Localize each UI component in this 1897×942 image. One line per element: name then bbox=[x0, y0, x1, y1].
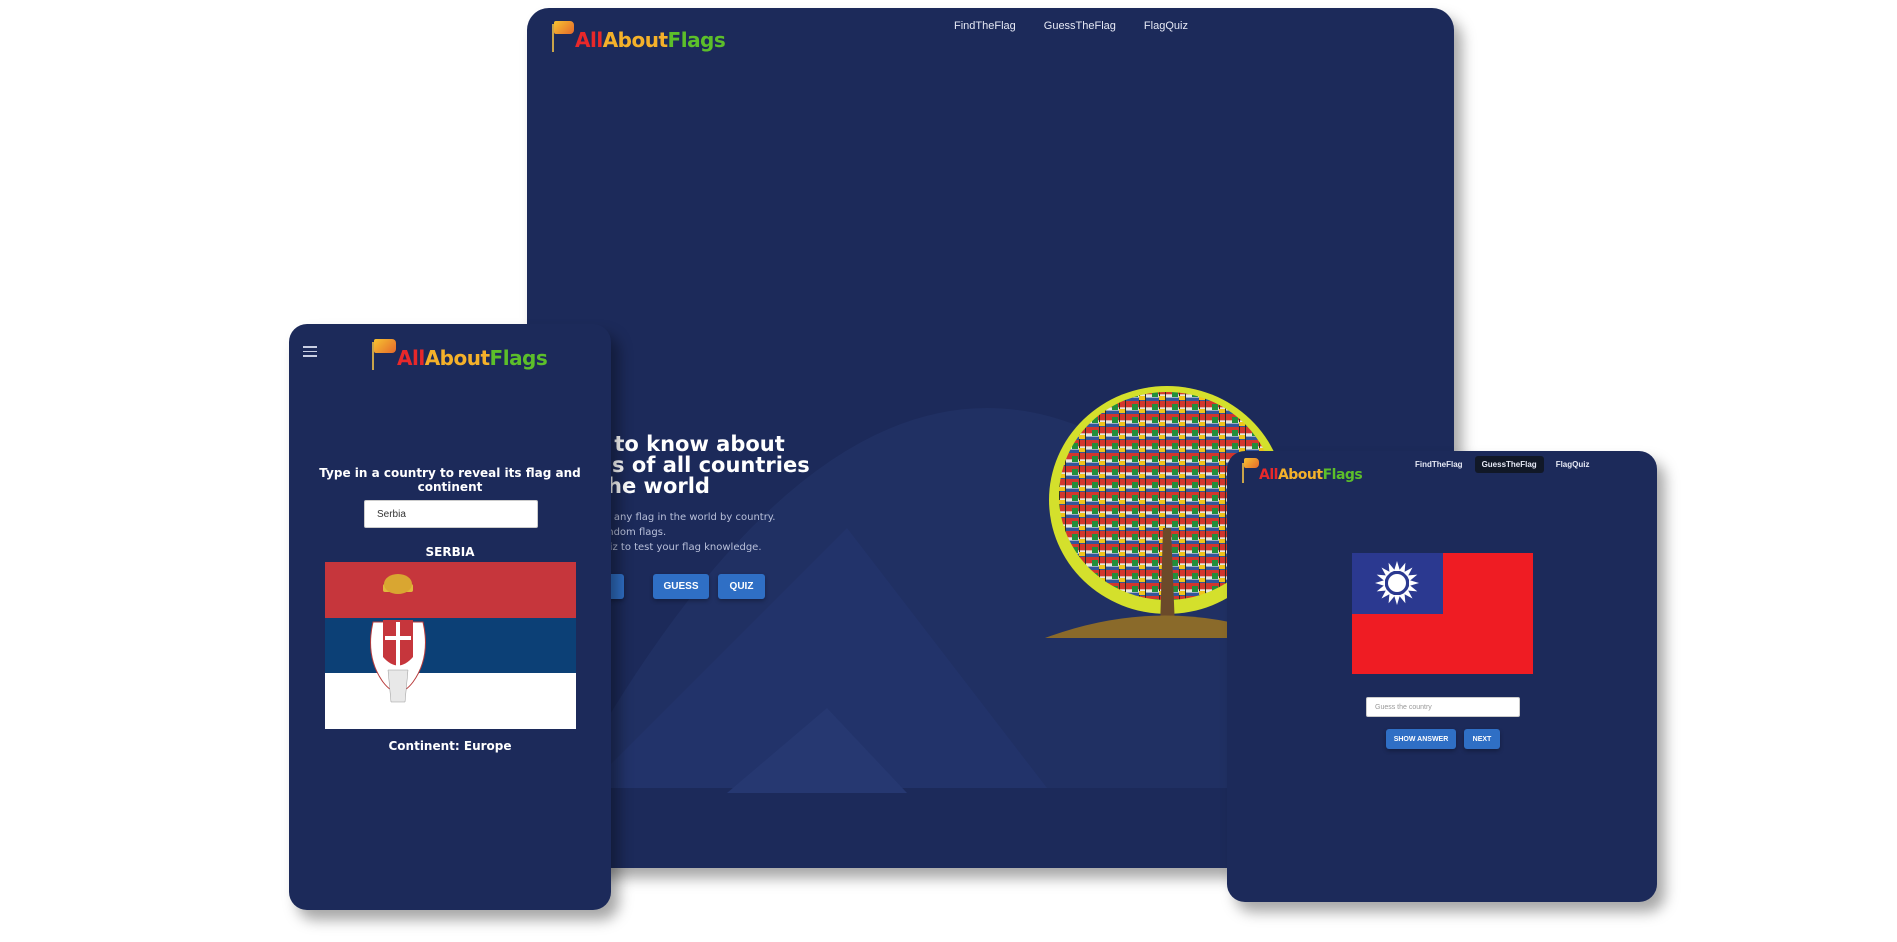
brand-logo-flags: Flags bbox=[667, 28, 726, 52]
nav-guesstheflag[interactable]: GuessTheFlag bbox=[1044, 20, 1116, 32]
mobile-screen: All About Flags Type in a country to rev… bbox=[289, 324, 611, 910]
brand-logo-about: About bbox=[602, 28, 668, 52]
nav-guesstheflag[interactable]: GuessTheFlag bbox=[1474, 456, 1544, 473]
brand-logo[interactable]: All About Flags bbox=[369, 336, 548, 370]
top-nav: FindTheFlag GuessTheFlag FlagQuiz bbox=[954, 20, 1188, 32]
tablet-screen: All About Flags FindTheFlag GuessTheFlag… bbox=[1227, 451, 1657, 902]
guess-country-placeholder: Guess the country bbox=[1375, 703, 1432, 711]
brand-logo-all: All bbox=[575, 28, 603, 52]
country-search-value: Serbia bbox=[377, 508, 406, 520]
nav-flagquiz[interactable]: FlagQuiz bbox=[1550, 456, 1596, 473]
brand-logo-about: About bbox=[1277, 467, 1323, 483]
country-name: SERBIA bbox=[425, 545, 475, 559]
guess-country-input[interactable]: Guess the country bbox=[1366, 697, 1520, 717]
hamburger-menu-icon[interactable] bbox=[303, 346, 317, 357]
hero-heading: t to know about gs of all countries the … bbox=[597, 434, 810, 497]
brand-logo-flags: Flags bbox=[1322, 467, 1363, 483]
brand-logo[interactable]: All About Flags bbox=[1239, 455, 1363, 483]
show-answer-button[interactable]: SHOW ANSWER bbox=[1386, 729, 1456, 749]
guess-button[interactable]: GUESS bbox=[653, 574, 709, 599]
quiz-button[interactable]: QUIZ bbox=[718, 574, 765, 599]
hero-sub-2: random flags. bbox=[597, 527, 667, 538]
brand-logo-flags: Flags bbox=[489, 346, 548, 370]
hero-subtext: for any flag in the world by country. ra… bbox=[597, 510, 775, 555]
brand-logo[interactable]: All About Flags bbox=[549, 18, 726, 52]
taiwan-flag-image bbox=[1352, 553, 1533, 674]
serbia-flag-image bbox=[325, 562, 576, 729]
brand-logo-all: All bbox=[397, 346, 425, 370]
top-nav: FindTheFlag GuessTheFlag FlagQuiz bbox=[1409, 456, 1595, 473]
country-search-input[interactable]: Serbia bbox=[364, 500, 538, 528]
brand-logo-about: About bbox=[424, 346, 490, 370]
brand-logo-all: All bbox=[1259, 467, 1278, 483]
hero-sub-3: quiz to test your flag knowledge. bbox=[597, 542, 762, 553]
hero-sub-1: for any flag in the world by country. bbox=[597, 512, 776, 523]
hero-line-3: the world bbox=[597, 474, 710, 498]
nav-findtheflag[interactable]: FindTheFlag bbox=[1409, 456, 1469, 473]
hero-line-2: gs of all countries bbox=[597, 453, 810, 477]
next-button[interactable]: NEXT bbox=[1464, 729, 1500, 749]
nav-flagquiz[interactable]: FlagQuiz bbox=[1144, 20, 1188, 32]
nav-findtheflag[interactable]: FindTheFlag bbox=[954, 20, 1016, 32]
reveal-heading: Type in a country to reveal its flag and… bbox=[319, 466, 581, 494]
hero-line-1: t to know about bbox=[597, 432, 785, 456]
continent-label: Continent: Europe bbox=[388, 739, 512, 753]
